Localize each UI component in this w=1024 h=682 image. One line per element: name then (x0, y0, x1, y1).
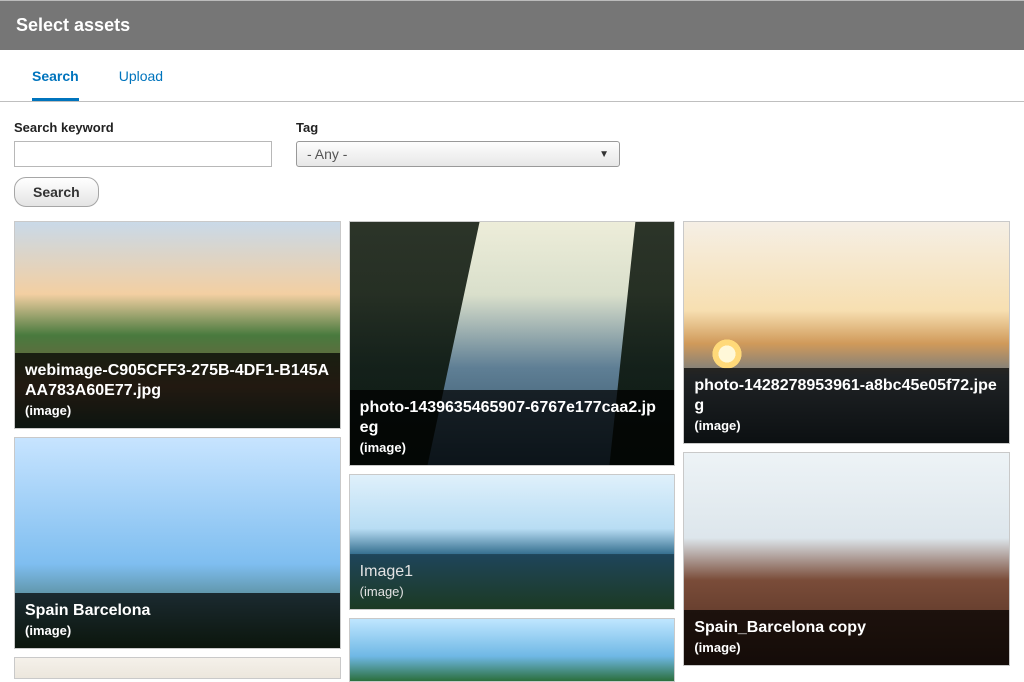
asset-type: (image) (694, 418, 999, 433)
asset-type: (image) (360, 584, 665, 599)
asset-col-1: photo-1439635465907-6767e177caa2.jpeg (i… (349, 221, 676, 682)
asset-card[interactable] (14, 657, 341, 679)
modal-title: Select assets (16, 15, 130, 35)
search-button-row: Search (0, 177, 1024, 221)
tab-search[interactable]: Search (32, 68, 79, 101)
asset-title: webimage-C905CFF3-275B-4DF1-B145AAA783A6… (25, 361, 330, 401)
search-button[interactable]: Search (14, 177, 99, 207)
asset-card[interactable]: photo-1439635465907-6767e177caa2.jpeg (i… (349, 221, 676, 466)
search-keyword-label: Search keyword (14, 120, 272, 135)
asset-overlay: Spain Barcelona (image) (15, 593, 340, 648)
tag-selected-value: - Any - (307, 146, 347, 162)
asset-title: Spain Barcelona (25, 601, 330, 621)
asset-overlay: Image1 (image) (350, 554, 675, 609)
tag-select[interactable]: - Any - ▼ (296, 141, 620, 167)
asset-overlay: webimage-C905CFF3-275B-4DF1-B145AAA783A6… (15, 353, 340, 428)
asset-type: (image) (25, 623, 330, 638)
asset-card[interactable]: webimage-C905CFF3-275B-4DF1-B145AAA783A6… (14, 221, 341, 429)
asset-card[interactable] (349, 618, 676, 682)
asset-type: (image) (25, 403, 330, 418)
asset-title: photo-1428278953961-a8bc45e05f72.jpeg (694, 376, 999, 416)
asset-card[interactable]: Spain_Barcelona copy (image) (683, 452, 1010, 666)
field-search-keyword: Search keyword (14, 120, 272, 167)
filter-row: Search keyword Tag - Any - ▼ (0, 102, 1024, 177)
modal-header: Select assets (0, 0, 1024, 50)
tab-upload[interactable]: Upload (119, 68, 163, 101)
asset-grid: webimage-C905CFF3-275B-4DF1-B145AAA783A6… (0, 221, 1024, 682)
asset-type: (image) (360, 440, 665, 455)
asset-title: photo-1439635465907-6767e177caa2.jpeg (360, 398, 665, 438)
asset-title: Spain_Barcelona copy (694, 618, 999, 638)
tag-label: Tag (296, 120, 620, 135)
asset-overlay: Spain_Barcelona copy (image) (684, 610, 1009, 665)
asset-col-0: webimage-C905CFF3-275B-4DF1-B145AAA783A6… (14, 221, 341, 682)
asset-card[interactable]: Image1 (image) (349, 474, 676, 610)
asset-col-2: photo-1428278953961-a8bc45e05f72.jpeg (i… (683, 221, 1010, 682)
asset-card[interactable]: photo-1428278953961-a8bc45e05f72.jpeg (i… (683, 221, 1010, 444)
asset-overlay: photo-1439635465907-6767e177caa2.jpeg (i… (350, 390, 675, 465)
asset-thumbnail (350, 619, 675, 681)
asset-type: (image) (694, 640, 999, 655)
tab-bar: Search Upload (0, 50, 1024, 102)
search-keyword-input[interactable] (14, 141, 272, 167)
chevron-down-icon: ▼ (599, 149, 609, 160)
asset-card[interactable]: Spain Barcelona (image) (14, 437, 341, 649)
asset-overlay: photo-1428278953961-a8bc45e05f72.jpeg (i… (684, 368, 1009, 443)
asset-title: Image1 (360, 562, 665, 582)
asset-thumbnail (15, 658, 340, 679)
field-tag: Tag - Any - ▼ (296, 120, 620, 167)
